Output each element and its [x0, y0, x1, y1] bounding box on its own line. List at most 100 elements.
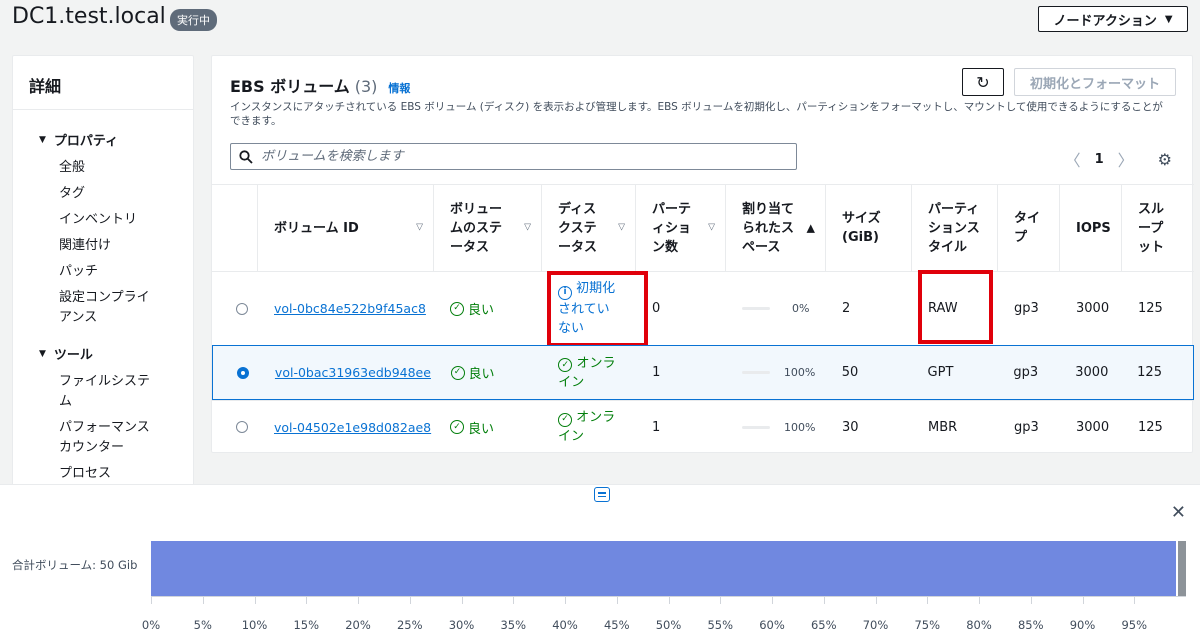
col-volume-status[interactable]: ボリュームのステータス ▽: [434, 185, 542, 271]
resize-handle-icon[interactable]: [594, 487, 610, 502]
cell-size: 30: [842, 419, 859, 435]
allocation-label: 100%: [783, 366, 816, 379]
cell-type: gp3: [1014, 301, 1039, 316]
info-link[interactable]: 情報: [388, 80, 410, 96]
caret-down-icon: ▼: [39, 348, 46, 359]
sort-icon: ▽: [708, 222, 715, 233]
status-ok: ✓ 良い: [450, 363, 495, 382]
axis-tick-label: 15%: [293, 618, 320, 632]
axis-tick-mark: [668, 596, 670, 604]
initialize-format-button[interactable]: 初期化とフォーマット: [1014, 68, 1176, 96]
cell-size: 2: [842, 301, 851, 316]
volume-id-link[interactable]: vol-0bc84e522b9f45ac8: [274, 301, 426, 316]
total-volume-label: 合計ボリューム: 50 Gib: [12, 558, 138, 572]
cell-size: 50: [841, 365, 859, 380]
sidebar-item-patches[interactable]: パッチ: [59, 262, 193, 282]
ebs-volumes-panel: EBS ボリューム (3) 情報 ↻ 初期化とフォーマット インスタンスにアタッ…: [211, 55, 1194, 453]
sidebar-title: 詳細: [13, 56, 193, 110]
section-toggle-properties[interactable]: ▼ プロパティ: [39, 130, 193, 149]
sidebar-item-filesystem[interactable]: ファイルシステム: [59, 372, 159, 412]
axis-tick-mark: [254, 596, 256, 604]
node-action-button[interactable]: ノードアクション ▼: [1038, 6, 1188, 32]
cell-throughput: 125: [1138, 419, 1163, 435]
cell-partitions: 1: [652, 365, 661, 380]
col-partition-style: パーティションスタイル: [912, 185, 998, 271]
page-number[interactable]: 1: [1095, 152, 1104, 167]
col-disk-status[interactable]: ディスクステータス ▽: [542, 185, 636, 271]
col-label: パーティションスタイル: [928, 201, 980, 255]
axis-tick-mark: [772, 596, 773, 604]
sidebar-item-processes[interactable]: プロセス: [59, 464, 193, 484]
axis-tick-mark: [306, 596, 308, 604]
table-row[interactable]: vol-04502e1e98d082ae8 ✓ 良い ✓ オンライン 1 100%…: [212, 400, 1194, 453]
sidebar-item-general[interactable]: 全般: [59, 158, 193, 178]
allocation-bar: [742, 307, 770, 310]
allocation-label: 0%: [792, 302, 810, 315]
volume-id-link[interactable]: vol-04502e1e98d082ae8: [274, 420, 431, 435]
cell-volume-id: vol-0bc84e522b9f45ac8: [258, 272, 434, 345]
table-row[interactable]: vol-0bac31963edb948ee ✓ 良い ✓ オンライン 1 100%…: [212, 345, 1194, 400]
cell-disk-status: ✓ オンライン: [542, 346, 636, 399]
status-label: 良い: [468, 303, 495, 318]
prev-page-icon[interactable]: 〈: [1065, 147, 1081, 171]
allocation-label: 100%: [784, 420, 816, 434]
radio-button[interactable]: [236, 302, 248, 315]
radio-button[interactable]: [236, 421, 248, 433]
axis-tick-label: 70%: [862, 618, 889, 632]
next-page-icon[interactable]: 〉: [1118, 147, 1134, 171]
disk-status-online: ✓ オンライン: [558, 408, 622, 446]
volume-id-link[interactable]: vol-0bac31963edb948ee: [275, 365, 431, 380]
row-select[interactable]: [212, 272, 258, 345]
col-iops: IOPS: [1060, 185, 1122, 271]
col-label: ディスクステータス: [558, 201, 598, 255]
sidebar-item-inventory[interactable]: インベントリ: [59, 210, 193, 230]
pagination: 〈 1 〉 ⚙: [1065, 147, 1172, 171]
col-throughput: スループット: [1122, 185, 1194, 271]
search-icon: [239, 149, 253, 164]
col-label: パーティション数: [652, 201, 692, 255]
cell-partition-style: RAW: [928, 301, 958, 316]
col-label: タイプ: [1014, 211, 1041, 245]
gear-icon[interactable]: ⚙: [1158, 150, 1172, 169]
status-ok: ✓ 良い: [450, 299, 494, 318]
axis-tick-label: 85%: [1017, 618, 1044, 632]
sidebar-item-performance-counter[interactable]: パフォーマンスカウンター: [59, 418, 159, 458]
status-label: 良い: [468, 367, 495, 382]
table-row[interactable]: vol-0bc84e522b9f45ac8 ✓ 良い i 初期化されていない 0 …: [212, 270, 1194, 347]
sidebar-item-associations[interactable]: 関連付け: [59, 236, 193, 256]
radio-button-selected[interactable]: [237, 366, 249, 379]
disk-status-online: ✓ オンライン: [558, 354, 622, 392]
cell-partitions: 0: [652, 301, 661, 316]
axis-tick-label: 55%: [707, 618, 734, 632]
node-action-label: ノードアクション: [1053, 13, 1157, 29]
row-select[interactable]: [212, 401, 258, 453]
close-icon[interactable]: ✕: [1171, 502, 1186, 523]
axis-tick-label: 80%: [966, 618, 992, 632]
search-input[interactable]: [261, 149, 761, 164]
section-toggle-tools[interactable]: ▼ ツール: [39, 344, 193, 363]
cell-partitions: 1: [652, 419, 661, 435]
cell-volume-status: ✓ 良い: [434, 272, 542, 345]
sidebar-item-tags[interactable]: タグ: [59, 184, 193, 204]
axis-tick-label: 95%: [1121, 618, 1148, 632]
col-label: ボリュームのステータス: [450, 201, 503, 255]
col-allocated-space[interactable]: 割り当てられたスペース ▲: [726, 185, 826, 271]
row-select[interactable]: [213, 346, 259, 399]
col-volume-id[interactable]: ボリューム ID ▽: [258, 185, 434, 271]
cell-volume-status: ✓ 良い: [435, 346, 543, 399]
axis-tick-mark: [1030, 596, 1032, 604]
status-badge: 実行中: [170, 9, 217, 31]
cell-disk-status: ✓ オンライン: [542, 401, 636, 453]
col-partitions[interactable]: パーティション数 ▽: [636, 185, 726, 271]
volumes-table: ボリューム ID ▽ ボリュームのステータス ▽ ディスクステータス ▽ パーテ…: [212, 184, 1194, 453]
col-label: 割り当てられたスペース: [742, 201, 795, 255]
axis-tick-mark: [875, 596, 877, 604]
refresh-button[interactable]: ↻: [962, 68, 1004, 96]
axis-tick-label: 25%: [396, 618, 423, 632]
axis-tick-mark: [720, 596, 722, 604]
axis-tick-mark: [1134, 596, 1136, 604]
sidebar-item-config-compliance[interactable]: 設定コンプライアンス: [59, 288, 159, 328]
volume-search[interactable]: [230, 143, 797, 170]
allocation-meter: 100%: [741, 366, 816, 379]
axis-tick-mark: [1082, 596, 1084, 604]
